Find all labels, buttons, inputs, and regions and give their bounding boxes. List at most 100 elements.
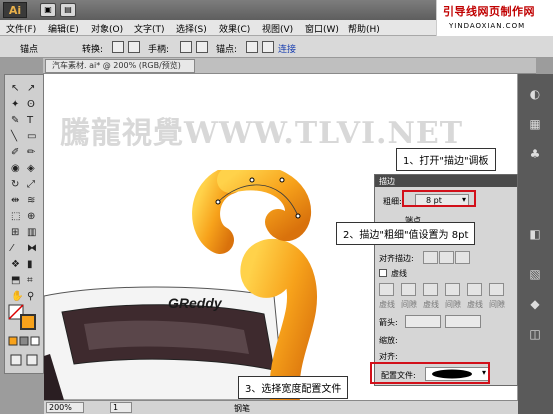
slice-icon: ⌗ [27, 275, 33, 286]
gradient-icon: ▥ [27, 227, 36, 238]
rotate-icon: ↻ [11, 179, 19, 190]
start-arrow-select[interactable] [405, 315, 441, 328]
symbol-sprayer-icon: ❖ [11, 259, 20, 270]
menu-view[interactable]: 视图(V) [262, 22, 293, 35]
anchor-label: 锚点 [20, 45, 39, 55]
illustrator-logo: Ai [3, 2, 27, 18]
watermark-text: 騰龍視覺WWW.TLVI.NET [60, 116, 464, 151]
gap-field-2[interactable] [445, 283, 460, 296]
anchors-label: 锚点: [216, 45, 238, 55]
dash-col-2: 虚线 [423, 300, 439, 309]
gap-field-3[interactable] [489, 283, 504, 296]
site-brand-box: 引导线网页制作网 YINDAOXIAN.COM [436, 0, 553, 38]
handles-label: 手柄: [148, 45, 170, 55]
dash-col-3: 虚线 [467, 300, 483, 309]
arrowhead-label: 箭头: [379, 318, 398, 327]
appearance-panel-icon[interactable]: ▧ [525, 264, 545, 284]
stroke-panel-header[interactable]: 描边 [375, 175, 517, 187]
status-bar: 200% 1 钢笔 [44, 400, 518, 414]
magic-wand-icon: ✦ [11, 99, 19, 110]
type-tool-icon: T [26, 115, 34, 126]
document-tab-bar: 汽车素材. ai* @ 200% (RGB/预览) [43, 58, 536, 74]
draw-mode-icon [10, 354, 22, 366]
stroke-swatch [20, 314, 36, 330]
profile-highlight [370, 362, 490, 384]
mesh-icon: ⊞ [11, 227, 19, 238]
menu-edit[interactable]: 编辑(E) [48, 22, 79, 35]
menu-object[interactable]: 对象(O) [91, 22, 123, 35]
callout-step-3: 3、选择宽度配置文件 [238, 376, 349, 399]
align-stroke-label: 对齐描边: [379, 254, 414, 263]
artboard-number-field[interactable]: 1 [110, 402, 132, 413]
dash-field-1[interactable] [379, 283, 394, 296]
shape-builder-icon: ⊕ [27, 211, 35, 222]
arrange-documents-button[interactable]: ▤ [60, 3, 76, 17]
menu-window[interactable]: 窗口(W) [305, 22, 339, 35]
artboards-panel-icon[interactable]: ◫ [525, 324, 545, 344]
pen-tool-icon: ✎ [11, 115, 19, 126]
pencil-icon: ✏ [27, 147, 36, 158]
hide-handles-icon[interactable] [196, 41, 208, 53]
callout-step-2: 2、描边"粗细"值设置为 8pt [336, 222, 476, 245]
current-tool-label: 钢笔 [234, 404, 250, 413]
menu-file[interactable]: 文件(F) [6, 22, 36, 35]
swatches-panel-icon[interactable]: ▦ [525, 114, 545, 134]
weight-label: 粗细: [383, 197, 402, 206]
line-tool-icon: ╲ [10, 129, 18, 142]
document-tab[interactable]: 汽车素材. ai* @ 200% (RGB/预览) [45, 59, 195, 73]
free-transform-icon: ⬚ [11, 211, 20, 222]
control-bar: 锚点 转换: 手柄: 锚点: 连接 [0, 36, 553, 58]
artboard-icon: ⬒ [11, 275, 20, 286]
symbols-panel-icon[interactable]: ♣ [525, 144, 545, 164]
color-panel-icon[interactable]: ◐ [525, 84, 545, 104]
dash-field-2[interactable] [423, 283, 438, 296]
menu-effect[interactable]: 效果(C) [219, 22, 250, 35]
align-arrow-label: 对齐: [379, 352, 398, 361]
tools-panel: ↖ ↗ ✦ ʘ ✎ T ╲ ▭ ✐ ✏ ◉ ◈ ↻ ⤢ ⇹ ≋ ⬚ ⊕ ⊞ ▥ ⁄ ⧓ ❖ ▮ ⬒ ⌗ ✋… [4, 74, 44, 374]
tools-grid: ↖ ↗ ✦ ʘ ✎ T ╲ ▭ ✐ ✏ ◉ ◈ ↻ ⤢ ⇹ ≋ ⬚ ⊕ ⊞ ▥ ⁄ ⧓ ❖ ▮ ⬒ ⌗ ✋… [8, 83, 40, 366]
gradient-mode-icon [19, 336, 29, 346]
dashed-checkbox[interactable] [379, 269, 387, 277]
weight-highlight [402, 190, 476, 207]
paintbrush-icon: ✐ [11, 147, 19, 158]
convert-corner-icon[interactable] [112, 41, 124, 53]
scale-icon: ⤢ [27, 179, 35, 190]
convert-smooth-icon[interactable] [128, 41, 140, 53]
bridge-button[interactable]: ▣ [40, 3, 56, 17]
gap-col-1: 间隙 [401, 300, 417, 309]
stroke-panel-title: 描边 [379, 177, 395, 186]
connect-anchor-icon[interactable] [262, 41, 274, 53]
color-mode-icon [8, 336, 18, 346]
align-center-icon[interactable] [423, 251, 438, 264]
eraser-icon: ◈ [27, 163, 35, 174]
show-handles-icon[interactable] [180, 41, 192, 53]
eyedropper-icon: ⁄ [9, 243, 15, 254]
connect-link[interactable]: 连接 [278, 42, 296, 55]
dash-field-3[interactable] [467, 283, 482, 296]
selection-tool-icon: ↖ [11, 83, 19, 94]
menu-help[interactable]: 帮助(H) [348, 22, 380, 35]
curl-stroke-artwork[interactable] [190, 170, 340, 402]
menu-type[interactable]: 文字(T) [134, 22, 165, 35]
blob-brush-icon: ◉ [11, 163, 20, 174]
transparency-panel-icon[interactable]: ◧ [525, 224, 545, 244]
direct-selection-tool-icon: ↗ [27, 83, 35, 94]
zoom-select[interactable]: 200% [46, 402, 84, 413]
dash-col-1: 虚线 [379, 300, 395, 309]
layers-panel-icon[interactable]: ◆ [525, 294, 545, 314]
dashed-label: 虚线 [391, 269, 407, 278]
lasso-icon: ʘ [27, 99, 35, 110]
menu-bar: 文件(F) 编辑(E) 对象(O) 文字(T) 选择(S) 效果(C) 视图(V… [0, 20, 436, 36]
align-inside-icon[interactable] [439, 251, 454, 264]
gap-field-1[interactable] [401, 283, 416, 296]
zoom-icon: ⚲ [27, 291, 34, 302]
align-outside-icon[interactable] [455, 251, 470, 264]
screen-mode-icon [26, 354, 38, 366]
end-arrow-select[interactable] [445, 315, 481, 328]
convert-label: 转换: [82, 45, 104, 55]
hand-icon: ✋ [11, 289, 23, 302]
remove-anchor-icon[interactable] [246, 41, 258, 53]
column-graph-icon: ▮ [27, 259, 33, 270]
menu-select[interactable]: 选择(S) [176, 22, 207, 35]
none-mode-icon [30, 336, 40, 346]
